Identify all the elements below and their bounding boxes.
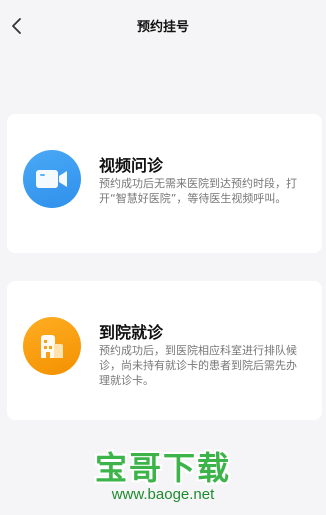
video-consultation-card[interactable]: 视频问诊 预约成功后无需来医院到达预约时段，打开“智慧好医院”，等待医生视频呼叫… xyxy=(7,114,322,253)
card-description: 预约成功后，到医院相应科室进行排队候诊，尚未持有就诊卡的患者到院后需先办理就诊卡… xyxy=(99,344,297,387)
watermark-url: www.baoge.net xyxy=(111,486,215,503)
watermark: 宝哥下载 www.baoge.net xyxy=(0,448,326,504)
card-description: 预约成功后无需来医院到达预约时段，打开“智慧好医院”，等待医生视频呼叫。 xyxy=(99,177,297,205)
video-consultation-icon-badge xyxy=(23,150,81,208)
hospital-building-icon xyxy=(41,335,63,358)
card-title: 视频问诊 xyxy=(99,156,164,175)
page-title: 预约挂号 xyxy=(136,20,189,35)
in-hospital-icon-badge xyxy=(23,317,81,375)
card-title: 到院就诊 xyxy=(99,323,164,342)
in-hospital-visit-card[interactable]: 到院就诊 预约成功后，到医院相应科室进行排队候诊，尚未持有就诊卡的患者到院后需先… xyxy=(7,281,322,420)
video-camera-icon xyxy=(36,170,67,188)
nav-bar: 预约挂号 xyxy=(0,0,326,52)
watermark-brand: 宝哥下载 xyxy=(94,449,231,487)
